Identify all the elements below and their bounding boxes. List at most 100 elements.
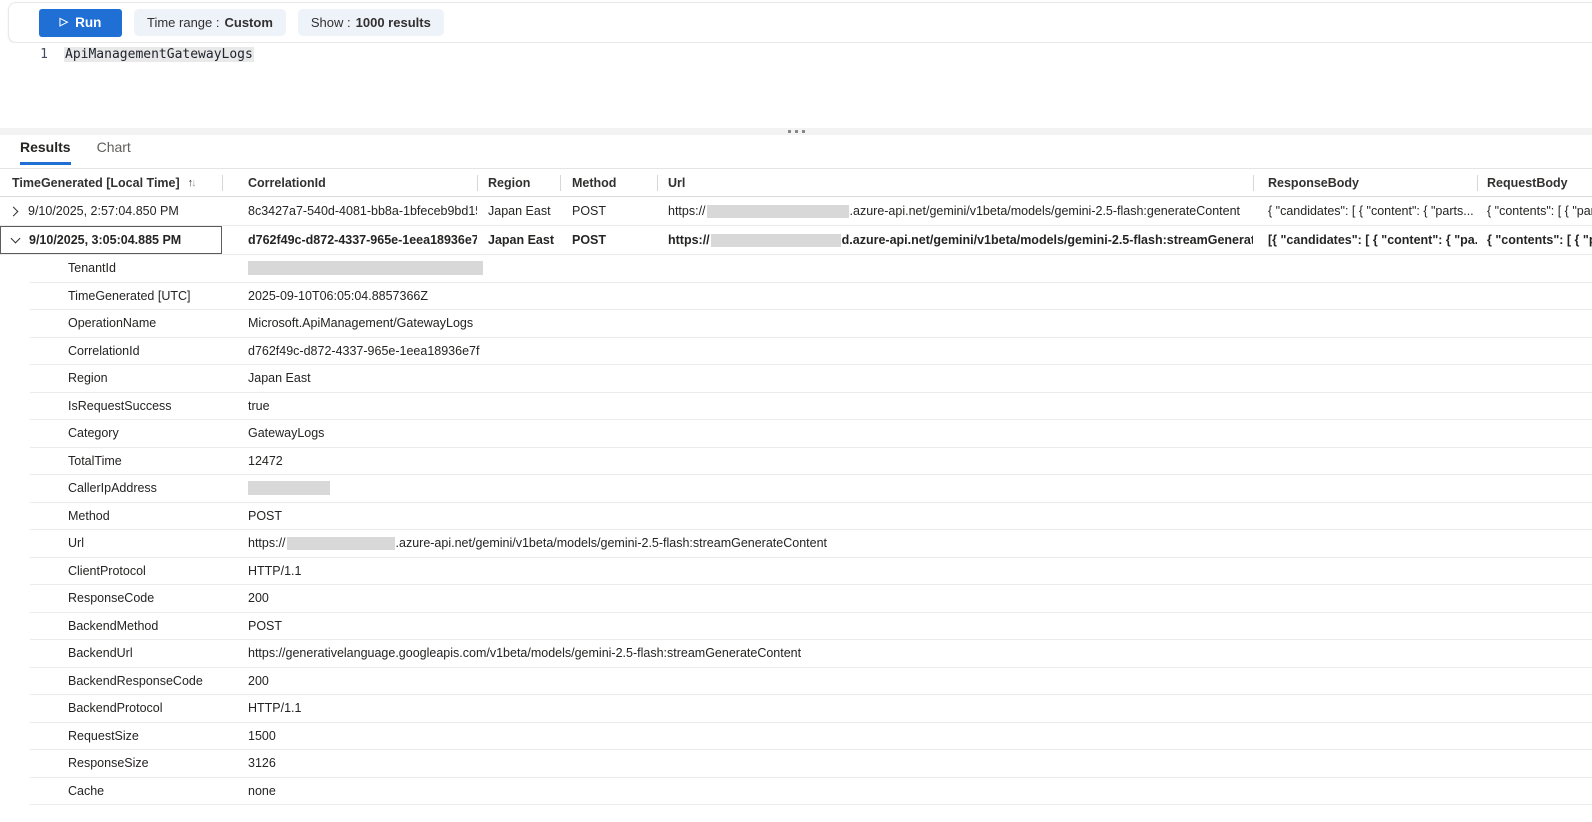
detail-field-name: CorrelationId	[30, 344, 248, 358]
detail-field-value: https://.azure-api.net/gemini/v1beta/mod…	[248, 536, 1592, 550]
show-results-picker[interactable]: Show : 1000 results	[298, 9, 444, 36]
line-number: 1	[8, 47, 48, 62]
expand-row-button[interactable]	[0, 197, 28, 225]
column-header-method[interactable]: Method	[560, 169, 657, 196]
detail-field-value	[248, 481, 1592, 495]
cell-timegenerated: 9/10/2025, 3:05:04.885 PM	[29, 227, 221, 253]
column-header-timegenerated[interactable]: TimeGenerated [Local Time] ↑↓	[0, 169, 222, 196]
show-value: 1000 results	[356, 15, 431, 30]
detail-row: TenantId	[30, 255, 1592, 283]
cell-region: Japan East	[477, 197, 560, 225]
detail-row: IsRequestSuccess true	[30, 393, 1592, 421]
play-icon: ▷	[60, 17, 68, 28]
detail-field-name: RequestSize	[30, 729, 248, 743]
query-text[interactable]: ApiManagementGatewayLogs	[64, 47, 254, 62]
redacted-host	[707, 205, 849, 218]
logs-query-page: ▷ Run Time range : Custom Show : 1000 re…	[0, 0, 1592, 822]
detail-field-value: Microsoft.ApiManagement/GatewayLogs	[248, 316, 1592, 330]
detail-row: ResponseCode 200	[30, 585, 1592, 613]
detail-row: Region Japan East	[30, 365, 1592, 393]
detail-field-value: 3126	[248, 756, 1592, 770]
detail-field-value: GatewayLogs	[248, 426, 1592, 440]
detail-field-name: TenantId	[30, 261, 248, 275]
tab-chart[interactable]: Chart	[97, 139, 131, 165]
detail-field-name: IsRequestSuccess	[30, 399, 248, 413]
detail-field-name: Url	[30, 536, 248, 550]
cell-method: POST	[560, 197, 657, 225]
detail-row: Cache none	[30, 778, 1592, 806]
detail-field-name: ClientProtocol	[30, 564, 248, 578]
query-line[interactable]: 1 ApiManagementGatewayLogs	[8, 43, 1592, 62]
detail-field-value: POST	[248, 619, 1592, 633]
detail-field-name: BackendResponseCode	[30, 674, 248, 688]
detail-field-name: OperationName	[30, 316, 248, 330]
result-row-2[interactable]: 9/10/2025, 3:05:04.885 PM d762f49c-d872-…	[0, 226, 1592, 255]
detail-field-name: ResponseSize	[30, 756, 248, 770]
detail-field-value: 200	[248, 674, 1592, 688]
detail-field-value: POST	[248, 509, 1592, 523]
detail-field-name: BackendProtocol	[30, 701, 248, 715]
detail-field-value: 2025-09-10T06:05:04.8857366Z	[248, 289, 1592, 303]
pane-splitter[interactable]	[0, 128, 1592, 135]
detail-field-value: none	[248, 784, 1592, 798]
detail-field-value: 1500	[248, 729, 1592, 743]
detail-row: Url https://.azure-api.net/gemini/v1beta…	[30, 530, 1592, 558]
detail-field-name: TimeGenerated [UTC]	[30, 289, 248, 303]
cell-requestbody: { "contents": [ { "pa	[1477, 226, 1592, 254]
column-header-requestbody[interactable]: RequestBody	[1477, 169, 1592, 196]
detail-row: ResponseSize 3126	[30, 750, 1592, 778]
detail-field-name: Cache	[30, 784, 248, 798]
detail-field-name: Method	[30, 509, 248, 523]
result-row-1[interactable]: 9/10/2025, 2:57:04.850 PM 8c3427a7-540d-…	[0, 197, 1592, 226]
column-header-correlationid[interactable]: CorrelationId	[222, 169, 477, 196]
detail-field-value: Japan East	[248, 371, 1592, 385]
tab-results[interactable]: Results	[20, 139, 71, 165]
query-editor[interactable]: 1 ApiManagementGatewayLogs	[8, 43, 1592, 128]
detail-row: Method POST	[30, 503, 1592, 531]
detail-field-value: HTTP/1.1	[248, 701, 1592, 715]
cell-correlationid: 8c3427a7-540d-4081-bb8a-1bfeceb9bd15	[222, 197, 477, 225]
detail-field-name: CallerIpAddress	[30, 481, 248, 495]
results-tabs: Results Chart	[20, 139, 131, 165]
detail-row: BackendResponseCode 200	[30, 668, 1592, 696]
column-header-region[interactable]: Region	[477, 169, 560, 196]
cell-correlationid: d762f49c-d872-4337-965e-1eea18936e7f	[222, 226, 477, 254]
detail-field-value: d762f49c-d872-4337-965e-1eea18936e7f	[248, 344, 1592, 358]
detail-row: CallerIpAddress	[30, 475, 1592, 503]
show-label: Show :	[311, 15, 351, 30]
cell-requestbody: { "contents": [ { "par	[1477, 197, 1592, 225]
detail-row: OperationName Microsoft.ApiManagement/Ga…	[30, 310, 1592, 338]
grid-header-row: TimeGenerated [Local Time] ↑↓ Correlatio…	[0, 168, 1592, 197]
focused-cell[interactable]: 9/10/2025, 3:05:04.885 PM	[0, 226, 222, 254]
cell-responsebody: { "candidates": [ { "content": { "parts.…	[1253, 197, 1477, 225]
time-range-label: Time range :	[147, 15, 220, 30]
run-button[interactable]: ▷ Run	[39, 9, 122, 37]
detail-row: ClientProtocol HTTP/1.1	[30, 558, 1592, 586]
sort-icon[interactable]: ↑↓	[188, 177, 195, 189]
detail-field-name: Category	[30, 426, 248, 440]
detail-field-name: BackendMethod	[30, 619, 248, 633]
collapse-row-button[interactable]	[1, 227, 29, 253]
detail-field-value: HTTP/1.1	[248, 564, 1592, 578]
redacted-host	[711, 234, 841, 247]
detail-field-value: 12472	[248, 454, 1592, 468]
detail-row: TotalTime 12472	[30, 448, 1592, 476]
column-header-url[interactable]: Url	[657, 169, 1253, 196]
results-grid: TimeGenerated [Local Time] ↑↓ Correlatio…	[0, 168, 1592, 255]
cell-url: https:// d.azure-api.net/gemini/v1beta/m…	[657, 226, 1253, 254]
detail-row: TimeGenerated [UTC] 2025-09-10T06:05:04.…	[30, 283, 1592, 311]
expanded-row-details: TenantId TimeGenerated [UTC] 2025-09-10T…	[0, 255, 1592, 805]
cell-method: POST	[560, 226, 657, 254]
detail-row: RequestSize 1500	[30, 723, 1592, 751]
detail-field-value: https://generativelanguage.googleapis.co…	[248, 646, 1592, 660]
detail-field-name: ResponseCode	[30, 591, 248, 605]
detail-field-value: 200	[248, 591, 1592, 605]
redacted-host	[287, 537, 395, 550]
detail-row: Category GatewayLogs	[30, 420, 1592, 448]
cell-region: Japan East	[477, 226, 560, 254]
time-range-picker[interactable]: Time range : Custom	[134, 9, 286, 36]
query-toolbar: ▷ Run Time range : Custom Show : 1000 re…	[8, 2, 1592, 43]
detail-field-name: TotalTime	[30, 454, 248, 468]
chevron-right-icon	[8, 206, 18, 216]
column-header-responsebody[interactable]: ResponseBody	[1253, 169, 1477, 196]
